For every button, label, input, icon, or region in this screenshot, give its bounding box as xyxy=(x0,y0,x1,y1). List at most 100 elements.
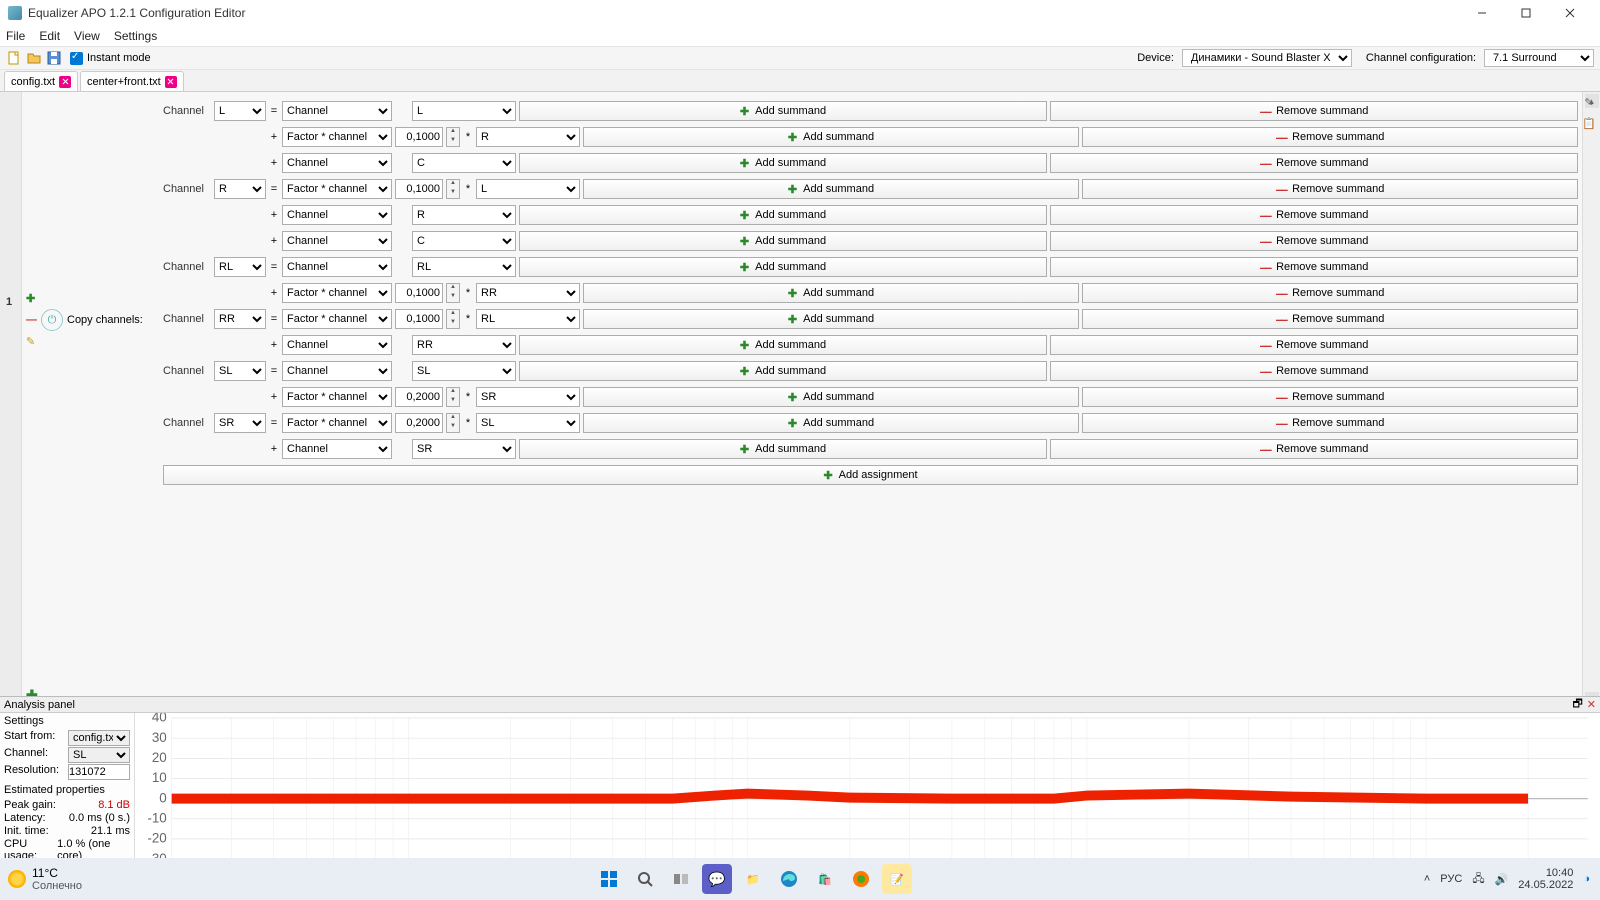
source-channel-select[interactable]: C xyxy=(412,153,516,173)
clipboard-icon[interactable]: 📋 xyxy=(1582,117,1596,130)
factor-input[interactable] xyxy=(395,413,443,433)
add-summand-button[interactable]: ✚Add summand xyxy=(519,153,1047,173)
summand-type-select[interactable]: Channel xyxy=(282,205,392,225)
close-icon[interactable] xyxy=(59,76,71,88)
summand-type-select[interactable]: Factor * channel xyxy=(282,127,392,147)
source-channel-select[interactable]: R xyxy=(476,127,580,147)
channel-select[interactable]: RL xyxy=(214,257,266,277)
summand-type-select[interactable]: Channel xyxy=(282,257,392,277)
summand-type-select[interactable]: Channel xyxy=(282,231,392,251)
new-file-icon[interactable] xyxy=(6,50,22,66)
add-summand-button[interactable]: ✚Add summand xyxy=(519,335,1047,355)
pencil-icon[interactable]: ✎ xyxy=(1584,96,1593,109)
factor-input[interactable] xyxy=(395,179,443,199)
save-file-icon[interactable] xyxy=(46,50,62,66)
source-channel-select[interactable]: L xyxy=(412,101,516,121)
summand-type-select[interactable]: Channel xyxy=(282,153,392,173)
tab-centerfront[interactable]: center+front.txt xyxy=(80,71,184,91)
summand-type-select[interactable]: Factor * channel xyxy=(282,309,392,329)
open-file-icon[interactable] xyxy=(26,50,42,66)
add-block-icon[interactable]: ✚ xyxy=(26,292,35,305)
resolution-input[interactable] xyxy=(68,764,130,780)
summand-type-select[interactable]: Factor * channel xyxy=(282,179,392,199)
taskbar-weather[interactable]: 11°C Солнечно xyxy=(0,866,82,892)
teams-icon[interactable]: 💬 xyxy=(702,864,732,894)
notifications-icon[interactable]: ◑ xyxy=(1583,873,1590,885)
source-channel-select[interactable]: SL xyxy=(412,361,516,381)
edit-icon[interactable]: ✎ xyxy=(26,335,35,348)
tray-chevron-icon[interactable]: ˄ xyxy=(1424,873,1430,885)
source-channel-select[interactable]: RL xyxy=(412,257,516,277)
clock-time[interactable]: 10:40 xyxy=(1518,867,1573,879)
factor-spinner[interactable]: ▲▼ xyxy=(446,309,460,329)
remove-summand-button[interactable]: ––Remove summand xyxy=(1082,413,1578,433)
tab-config[interactable]: config.txt xyxy=(4,71,78,91)
factor-input[interactable] xyxy=(395,309,443,329)
source-channel-select[interactable]: L xyxy=(476,179,580,199)
add-summand-button[interactable]: ✚Add summand xyxy=(519,361,1047,381)
remove-block-icon[interactable]: — xyxy=(26,314,37,326)
analysis-channel-select[interactable]: SL xyxy=(68,747,130,763)
factor-spinner[interactable]: ▲▼ xyxy=(446,413,460,433)
remove-summand-button[interactable]: ––Remove summand xyxy=(1050,439,1578,459)
remove-summand-button[interactable]: ––Remove summand xyxy=(1050,335,1578,355)
firefox-icon[interactable] xyxy=(846,864,876,894)
channel-select[interactable]: R xyxy=(214,179,266,199)
channel-select[interactable]: SL xyxy=(214,361,266,381)
add-summand-button[interactable]: ✚Add summand xyxy=(583,127,1079,147)
add-summand-button[interactable]: ✚Add summand xyxy=(519,231,1047,251)
remove-summand-button[interactable]: ––Remove summand xyxy=(1050,153,1578,173)
remove-summand-button[interactable]: ––Remove summand xyxy=(1082,127,1578,147)
source-channel-select[interactable]: R xyxy=(412,205,516,225)
add-summand-button[interactable]: ✚Add summand xyxy=(519,257,1047,277)
vertical-scrollbar[interactable]: ▲ ▼ xyxy=(1582,92,1600,710)
summand-type-select[interactable]: Channel xyxy=(282,101,392,121)
edge-icon[interactable] xyxy=(774,864,804,894)
instant-mode-checkbox[interactable] xyxy=(70,52,83,65)
add-summand-button[interactable]: ✚Add summand xyxy=(519,439,1047,459)
start-icon[interactable] xyxy=(594,864,624,894)
source-channel-select[interactable]: RR xyxy=(412,335,516,355)
remove-summand-button[interactable]: ––Remove summand xyxy=(1082,283,1578,303)
search-icon[interactable] xyxy=(630,864,660,894)
add-summand-button[interactable]: ✚Add summand xyxy=(583,413,1079,433)
factor-spinner[interactable]: ▲▼ xyxy=(446,179,460,199)
remove-summand-button[interactable]: ––Remove summand xyxy=(1082,309,1578,329)
source-channel-select[interactable]: RL xyxy=(476,309,580,329)
menu-view[interactable]: View xyxy=(74,29,100,43)
source-channel-select[interactable]: C xyxy=(412,231,516,251)
maximize-button[interactable] xyxy=(1504,0,1548,26)
channel-select[interactable]: SR xyxy=(214,413,266,433)
network-icon[interactable]: 🖧 xyxy=(1472,870,1484,889)
start-from-select[interactable]: config.txt xyxy=(68,730,130,746)
channel-select[interactable]: RR xyxy=(214,309,266,329)
analysis-restore-icon[interactable]: 🗗 xyxy=(1572,695,1582,714)
factor-input[interactable] xyxy=(395,127,443,147)
channel-config-select[interactable]: 7.1 Surround xyxy=(1484,49,1594,67)
add-assignment-button[interactable]: ✚Add assignment xyxy=(163,465,1578,485)
factor-spinner[interactable]: ▲▼ xyxy=(446,387,460,407)
explorer-icon[interactable]: 📁 xyxy=(738,864,768,894)
summand-type-select[interactable]: Factor * channel xyxy=(282,387,392,407)
source-channel-select[interactable]: SR xyxy=(412,439,516,459)
remove-summand-button[interactable]: ––Remove summand xyxy=(1050,361,1578,381)
source-channel-select[interactable]: SL xyxy=(476,413,580,433)
add-summand-button[interactable]: ✚Add summand xyxy=(583,387,1079,407)
remove-summand-button[interactable]: ––Remove summand xyxy=(1082,179,1578,199)
device-select[interactable]: Динамики - Sound Blaster X3 xyxy=(1182,49,1352,67)
store-icon[interactable]: 🛍️ xyxy=(810,864,840,894)
factor-spinner[interactable]: ▲▼ xyxy=(446,127,460,147)
summand-type-select[interactable]: Channel xyxy=(282,335,392,355)
channel-select[interactable]: L xyxy=(214,101,266,121)
remove-summand-button[interactable]: ––Remove summand xyxy=(1050,231,1578,251)
notepad-icon[interactable]: 📝 xyxy=(882,864,912,894)
taskview-icon[interactable] xyxy=(666,864,696,894)
menu-file[interactable]: File xyxy=(6,29,25,43)
close-button[interactable] xyxy=(1548,0,1592,26)
add-summand-button[interactable]: ✚Add summand xyxy=(583,309,1079,329)
remove-summand-button[interactable]: ––Remove summand xyxy=(1050,101,1578,121)
menu-edit[interactable]: Edit xyxy=(39,29,60,43)
source-channel-select[interactable]: RR xyxy=(476,283,580,303)
source-channel-select[interactable]: SR xyxy=(476,387,580,407)
close-icon[interactable] xyxy=(165,76,177,88)
